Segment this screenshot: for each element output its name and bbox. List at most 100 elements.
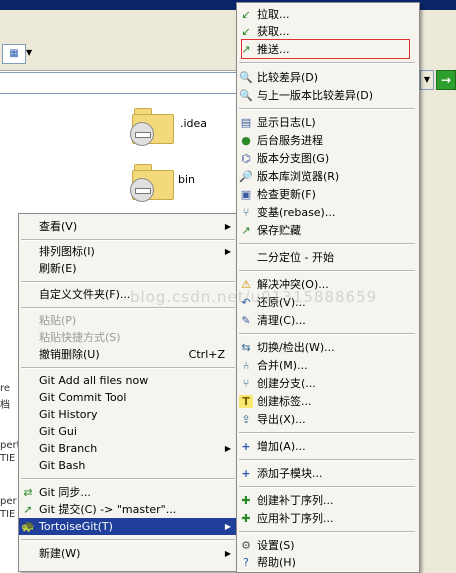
side-fragment: TIE <box>0 509 16 520</box>
side-fragment: per <box>0 496 17 507</box>
diff-icon: 🔍 <box>239 71 253 84</box>
menu-item-label: 版本库浏览器(R) <box>257 170 340 183</box>
menu-item-label: Git Add all files now <box>39 374 149 387</box>
menu-item-diff-previous[interactable]: 🔍 与上一版本比较差异(D) <box>237 87 417 104</box>
separator <box>21 239 235 241</box>
menu-item-check-updates[interactable]: ▣ 检查更新(F) <box>237 186 417 203</box>
menu-item-stash-save[interactable]: ↗ 保存贮藏 <box>237 222 417 239</box>
menu-item-shortcut: Ctrl+Z <box>188 348 225 361</box>
menu-item-refresh[interactable]: 刷新(E) <box>19 260 237 277</box>
menu-item-git-add-all[interactable]: Git Add all files now <box>19 372 237 389</box>
menu-item-label: Git Bash <box>39 459 86 472</box>
menu-item-git-branch[interactable]: Git Branch ▶ <box>19 440 237 457</box>
menu-item-label: 创建补丁序列... <box>257 494 334 507</box>
menu-item-pull[interactable]: ↙ 拉取... <box>237 6 417 23</box>
separator <box>239 108 415 110</box>
menu-item-label: 添加子模块... <box>257 467 323 480</box>
check-updates-icon: ▣ <box>240 188 252 201</box>
menu-item-label: 查看(V) <box>39 220 78 233</box>
menu-item-label: 后台服务进程 <box>257 134 323 147</box>
fetch-icon: ↙ <box>241 25 251 38</box>
menu-item-git-bash[interactable]: Git Bash <box>19 457 237 474</box>
menu-item-label: 与上一版本比较差异(D) <box>257 89 374 102</box>
branch-icon: ⑂ <box>242 377 250 390</box>
menu-item-create-branch[interactable]: ⑂ 创建分支(... <box>237 375 417 392</box>
menu-item-paste-shortcut[interactable]: 粘贴快捷方式(S) <box>19 329 237 346</box>
menu-item-label: 合并(M)... <box>257 359 308 372</box>
folder-icon[interactable] <box>130 106 174 146</box>
menu-item-label: 增加(A)... <box>257 440 306 453</box>
diff-prev-icon: 🔍 <box>239 89 253 102</box>
separator <box>239 270 415 272</box>
menu-item-label: 创建标签... <box>257 395 312 408</box>
menu-item-help[interactable]: ? 帮助(H) <box>237 554 417 571</box>
menu-item-tortoisegit[interactable]: 🐢 TortoiseGit(T) ▶ <box>19 518 237 535</box>
menu-item-rebase[interactable]: ⑂ 变基(rebase)... <box>237 204 417 221</box>
menu-item-repo-browser[interactable]: 🔎 版本库浏览器(R) <box>237 168 417 185</box>
menu-item-label: Git History <box>39 408 98 421</box>
menu-item-arrange-icons[interactable]: 排列图标(I) ▶ <box>19 243 237 260</box>
tortoisegit-icon: 🐢 <box>21 520 35 533</box>
menu-item-switch-checkout[interactable]: ⇆ 切换/检出(W)... <box>237 339 417 356</box>
menu-item-add-submodule[interactable]: + 添加子模块... <box>237 465 417 482</box>
context-menu: 查看(V) ▶ 排列图标(I) ▶ 刷新(E) 自定义文件夹(F)... 粘贴(… <box>18 213 240 572</box>
menu-item-create-tag[interactable]: T 创建标签... <box>237 393 417 410</box>
menu-item-diff[interactable]: 🔍 比较差异(D) <box>237 69 417 86</box>
menu-item-apply-patch[interactable]: ✚ 应用补丁序列... <box>237 510 417 527</box>
menu-item-new[interactable]: 新建(W) ▶ <box>19 545 237 562</box>
menu-item-git-commit-tool[interactable]: Git Commit Tool <box>19 389 237 406</box>
menu-item-undo-delete[interactable]: 撤销删除(U) Ctrl+Z <box>19 346 237 363</box>
menu-item-daemon[interactable]: ● 后台服务进程 <box>237 132 417 149</box>
menu-item-label: Git 提交(C) -> "master"... <box>39 503 177 516</box>
menu-item-paste[interactable]: 粘贴(P) <box>19 312 237 329</box>
menu-item-view[interactable]: 查看(V) ▶ <box>19 218 237 235</box>
menu-item-fetch[interactable]: ↙ 获取... <box>237 23 417 40</box>
menu-item-label: 粘贴(P) <box>39 314 77 327</box>
watermark: blog.csdn.net/u01315888659 <box>130 288 378 306</box>
submenu-arrow-icon: ▶ <box>224 222 231 231</box>
address-dropdown-icon[interactable]: ▼ <box>420 70 434 90</box>
go-button[interactable]: → <box>436 70 456 90</box>
menu-item-label: 清理(C)... <box>257 314 306 327</box>
separator <box>239 432 415 434</box>
menu-item-cleanup[interactable]: ✎ 清理(C)... <box>237 312 417 329</box>
menu-item-label: 显示日志(L) <box>257 116 316 129</box>
menu-item-create-patch[interactable]: ✚ 创建补丁序列... <box>237 492 417 509</box>
settings-icon: ⚙ <box>241 539 251 552</box>
log-icon: ▤ <box>240 116 252 129</box>
views-button[interactable]: ▦ <box>2 44 26 64</box>
menu-item-git-history[interactable]: Git History <box>19 406 237 423</box>
separator <box>239 333 415 335</box>
side-fragment: TIE <box>0 453 16 464</box>
separator <box>21 281 235 283</box>
folder-icon[interactable] <box>130 162 174 202</box>
create-patch-icon: ✚ <box>241 494 251 507</box>
folder-name[interactable]: .idea <box>180 117 207 130</box>
menu-item-show-log[interactable]: ▤ 显示日志(L) <box>237 114 417 131</box>
commit-icon: ➚ <box>23 503 33 516</box>
menu-item-git-commit[interactable]: ➚ Git 提交(C) -> "master"... <box>19 501 237 518</box>
menu-item-bisect-start[interactable]: 二分定位 - 开始 <box>237 249 417 266</box>
menu-item-label: 刷新(E) <box>39 262 77 275</box>
menu-item-revision-graph[interactable]: ⌬ 版本分支图(G) <box>237 150 417 167</box>
menu-item-git-sync[interactable]: ⇄ Git 同步... <box>19 484 237 501</box>
menu-item-label: 新建(W) <box>39 547 81 560</box>
folder-name[interactable]: bin <box>178 173 195 186</box>
views-dropdown-icon[interactable]: ▼ <box>26 48 32 57</box>
menu-item-merge[interactable]: ⑃ 合并(M)... <box>237 357 417 374</box>
menu-item-git-gui[interactable]: Git Gui <box>19 423 237 440</box>
git-status-icon <box>130 122 154 146</box>
daemon-icon: ● <box>241 134 251 147</box>
menu-item-add[interactable]: + 增加(A)... <box>237 438 417 455</box>
address-bar[interactable] <box>0 72 240 94</box>
submodule-icon: + <box>241 467 251 480</box>
views-icon: ▦ <box>9 48 19 59</box>
menu-item-settings[interactable]: ⚙ 设置(S) <box>237 537 417 554</box>
menu-item-label: Git Commit Tool <box>39 391 127 404</box>
menu-item-label: 帮助(H) <box>257 556 296 569</box>
menu-item-label: 创建分支(... <box>257 377 316 390</box>
menu-item-export[interactable]: ⇪ 导出(X)... <box>237 411 417 428</box>
separator <box>239 531 415 533</box>
menu-item-label: Git 同步... <box>39 486 91 499</box>
separator <box>239 459 415 461</box>
